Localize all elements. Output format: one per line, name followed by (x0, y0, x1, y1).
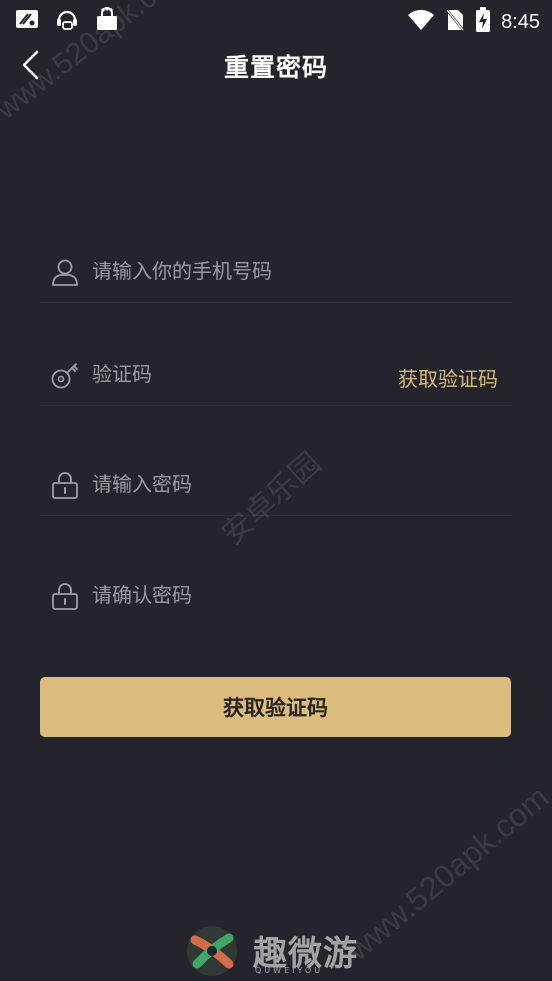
phone-row (40, 243, 512, 303)
key-icon (50, 360, 80, 390)
brand-mark-icon (185, 924, 239, 981)
lock-icon (50, 581, 80, 611)
verification-code-input[interactable] (92, 356, 332, 392)
code-divider (40, 405, 512, 406)
status-time: 8:45 (501, 10, 540, 33)
brand-logo: 趣微游 QUWEIYOU (185, 922, 385, 978)
submit-button[interactable]: 获取验证码 (40, 677, 511, 737)
phone-divider (40, 302, 512, 303)
battery-charging-icon (475, 7, 491, 37)
get-code-link[interactable]: 获取验证码 (398, 363, 498, 392)
reset-password-screen: 8:45 重置密码 获取验证码 (0, 0, 552, 981)
lock-icon (50, 470, 80, 500)
code-row: 获取验证码 (40, 346, 512, 406)
no-sim-icon (445, 8, 466, 36)
status-bar-system: 8:45 (407, 7, 540, 37)
confirm-password-input[interactable] (92, 577, 392, 613)
confirm-password-row (40, 567, 512, 627)
wifi-icon (407, 9, 435, 35)
brand-subtitle: QUWEIYOU (255, 966, 324, 975)
user-icon (50, 257, 80, 287)
phone-input[interactable] (92, 253, 392, 289)
scissor-notification-icon (14, 6, 40, 36)
